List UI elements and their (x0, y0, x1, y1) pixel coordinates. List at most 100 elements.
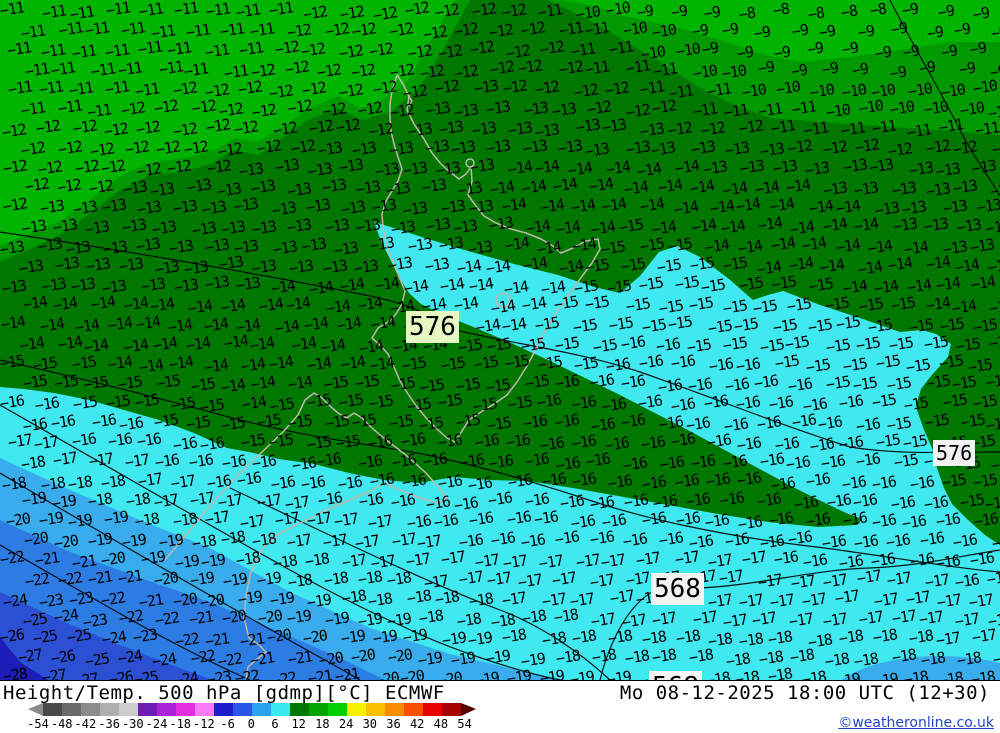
temperature-value: −16 (553, 410, 581, 433)
temperature-value: −23 (131, 625, 159, 648)
temperature-value: −14 (356, 293, 384, 316)
temperature-value: −15 (572, 353, 600, 375)
temperature-value: −15 (619, 254, 647, 276)
temperature-value: −12 (337, 80, 364, 102)
temperature-value: −16 (49, 411, 77, 433)
temperature-value: −15 (823, 293, 851, 316)
temperature-value: −13 (638, 119, 666, 141)
temperature-value: −14 (222, 331, 250, 353)
temperature-value: −16 (399, 429, 427, 452)
temperature-value: −13 (574, 115, 602, 138)
temperature-value: −11 (70, 41, 97, 63)
temperature-value: −15 (758, 335, 786, 357)
temperature-value: −14 (690, 215, 717, 238)
scale-tick-label: -18 (169, 717, 192, 731)
temperature-value: −13 (449, 137, 477, 160)
temperature-value: −18 (837, 625, 865, 648)
temperature-value: −19 (385, 608, 413, 631)
temperature-value: −14 (969, 272, 996, 295)
temperature-value: −18 (520, 605, 547, 628)
temperature-value: −9 (989, 22, 1000, 43)
temperature-value: −16 (869, 548, 896, 571)
temperature-value: −16 (674, 507, 702, 530)
temperature-value: −15 (907, 315, 934, 337)
scale-tick-label: 36 (386, 717, 401, 731)
temperature-value: −9 (957, 58, 977, 79)
temperature-value: −17 (353, 531, 381, 553)
temperature-value: −15 (82, 372, 109, 395)
temperature-value: −15 (770, 272, 798, 294)
temperature-value: −13 (389, 217, 417, 239)
temperature-value: −17 (737, 590, 765, 613)
temperature-value: −18 (219, 527, 246, 550)
temperature-value: −22 (56, 568, 84, 590)
temperature-value: −17 (51, 448, 79, 471)
temperature-value: −15 (959, 410, 986, 433)
temperature-value: −23 (205, 667, 232, 681)
temperature-value: −24 (150, 649, 178, 672)
copyright-link[interactable]: ©weatheronline.co.uk (838, 715, 994, 731)
temperature-value: −12 (603, 78, 630, 100)
temperature-value: −14 (924, 252, 952, 275)
scale-color-segment (328, 703, 347, 716)
temperature-value: −16 (523, 449, 550, 471)
temperature-value: −11 (157, 57, 184, 79)
temperature-value: −17 (500, 588, 528, 610)
temperature-value: −16 (467, 507, 494, 530)
temperature-value: −26 (107, 667, 134, 681)
temperature-value: −18 (590, 644, 618, 667)
temperature-value: −13 (891, 214, 918, 237)
temperature-value: −17 (904, 586, 932, 609)
temperature-value: −12 (73, 156, 100, 178)
temperature-value: −16 (570, 392, 598, 414)
temperature-value: −12 (452, 19, 480, 41)
temperature-value: −16 (707, 354, 735, 376)
temperature-value: −14 (51, 293, 79, 316)
temperature-value: −16 (521, 411, 549, 433)
temperature-value: −13 (185, 175, 213, 197)
temperature-value: −18 (570, 626, 598, 648)
temperature-value: −18 (433, 587, 461, 610)
temperature-value: −17 (332, 508, 360, 531)
temperature-value: −9 (669, 1, 688, 23)
temperature-value: −16 (736, 511, 763, 534)
temperature-value: −14 (569, 195, 596, 218)
temperature-value: −12 (488, 57, 516, 79)
temperature-value: −15 (783, 332, 811, 354)
temperature-value: −12 (557, 56, 584, 79)
scale-color-segment (290, 703, 309, 716)
temperature-value: −16 (487, 451, 515, 474)
temperature-value: −16 (792, 492, 819, 515)
temperature-value: −14 (240, 392, 268, 414)
temperature-value: −14 (257, 294, 285, 316)
temperature-value: −15 (892, 449, 919, 472)
temperature-value: −9 (901, 41, 921, 62)
temperature-value: −12 (165, 156, 193, 178)
temperature-value: −13 (350, 137, 378, 160)
temperature-value: −18 (704, 668, 732, 681)
temperature-value: −9 (820, 58, 840, 79)
temperature-value: −15 (885, 413, 913, 435)
forecast-map[interactable]: −11 −11 −11 −11 −11 −11 −11 −11 −11 −12 −12 −12 −12−… (0, 0, 1000, 681)
temperature-value: −14 (302, 313, 330, 336)
temperature-value: −13 (321, 255, 349, 278)
temperature-value: −16 (953, 570, 980, 593)
temperature-value: −12 (0, 120, 28, 142)
temperature-value: −15 (673, 272, 701, 295)
temperature-value: −11 (89, 59, 116, 81)
temperature-value: −15 (904, 355, 931, 377)
temperature-value: −10 (922, 96, 950, 119)
temperature-value: −15 (198, 394, 226, 417)
temperature-value: −16 (290, 453, 317, 476)
temperature-value: −16 (908, 549, 936, 571)
temperature-value: −17 (285, 530, 313, 552)
temperature-value: −12 (300, 77, 328, 100)
temperature-value: −13 (890, 178, 918, 200)
temperature-value: −15 (605, 276, 632, 298)
temperature-value: −16 (473, 430, 501, 453)
temperature-value: −12 (388, 100, 415, 122)
temperature-value: −15 (436, 390, 463, 412)
temperature-value: −16 (767, 392, 794, 414)
temperature-value: −18 (417, 606, 445, 628)
temperature-value: −14 (273, 316, 300, 338)
